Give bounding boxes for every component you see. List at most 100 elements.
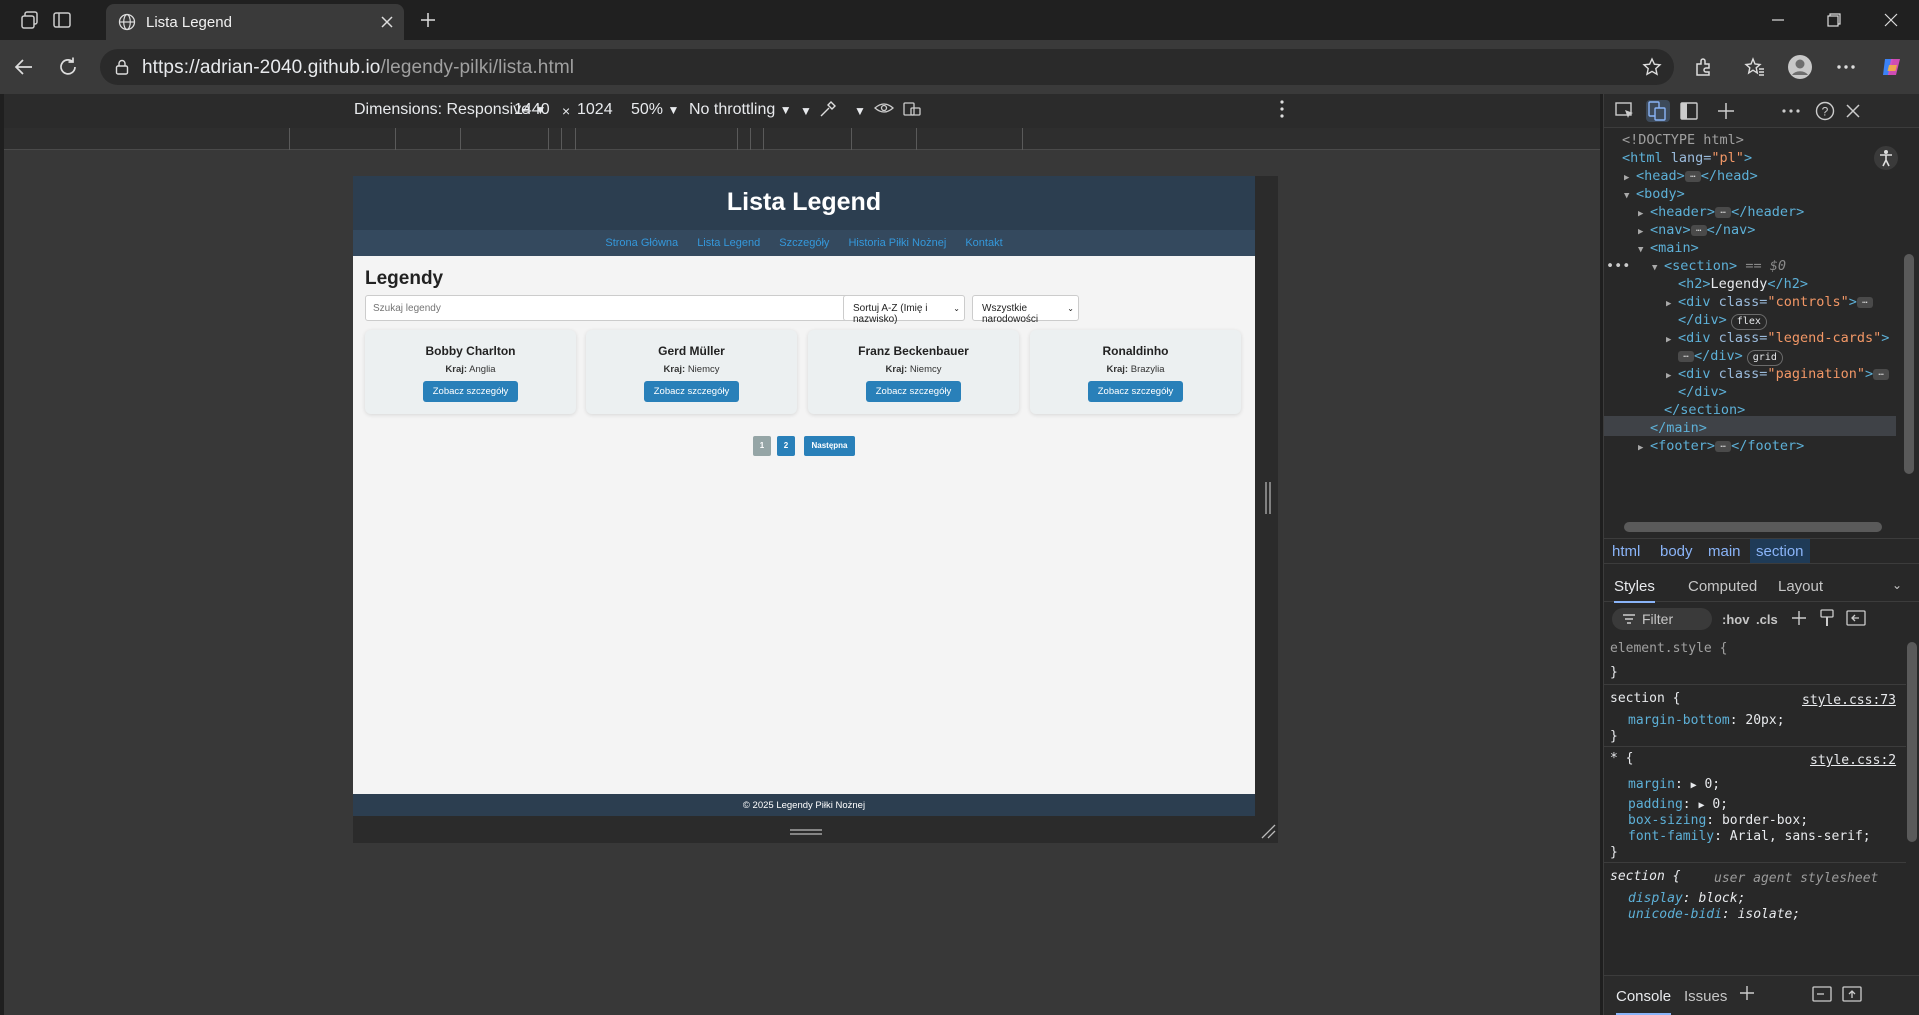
back-icon[interactable] — [10, 53, 38, 81]
paint-brush-icon[interactable] — [1818, 608, 1836, 631]
ellipsis-icon[interactable]: … — [1873, 368, 1890, 380]
sort-select[interactable]: Sortuj A-Z (Imię i nazwisko) ⌄ — [843, 295, 965, 325]
drawer-dock-icon[interactable] — [1812, 986, 1832, 1006]
elements-scrollbar[interactable] — [1904, 254, 1914, 474]
extensions-icon[interactable] — [1690, 53, 1718, 81]
cls-toggle[interactable]: .cls — [1756, 612, 1778, 627]
tab-issues[interactable]: Issues — [1684, 988, 1727, 1005]
tab-computed[interactable]: Computed — [1688, 578, 1757, 595]
rule-declaration[interactable]: font-family: Arial, sans-serif; — [1628, 828, 1871, 845]
favorites-icon[interactable] — [1741, 53, 1769, 81]
rule-source-link[interactable]: style.css:73 — [1802, 692, 1896, 709]
more-tabs-plus-icon[interactable] — [1715, 100, 1739, 122]
expand-triangle-icon[interactable]: ▶ — [1666, 330, 1678, 351]
new-tab-plus-icon[interactable] — [415, 8, 441, 32]
rule-declaration[interactable]: box-sizing: border-box; — [1628, 812, 1808, 829]
dock-side-icon[interactable] — [1678, 100, 1702, 122]
expand-triangle-icon[interactable]: ▶ — [1666, 366, 1678, 387]
breadcrumb-main[interactable]: main — [1708, 543, 1741, 560]
close-devtools-icon[interactable] — [1842, 100, 1866, 122]
expand-triangle-icon[interactable]: ▶ — [1638, 438, 1650, 459]
next-page-button[interactable]: Następna — [804, 436, 855, 456]
ellipsis-icon[interactable]: … — [1715, 440, 1732, 452]
collapse-triangle-icon[interactable]: ▼ — [1652, 258, 1664, 279]
expand-triangle-icon[interactable]: ▶ — [1698, 800, 1704, 811]
vertical-tabs-icon[interactable] — [48, 8, 76, 32]
browser-tab[interactable]: Lista Legend — [106, 4, 404, 40]
resize-handle-right[interactable] — [1264, 481, 1272, 515]
rule-declaration[interactable]: margin-bottom: 20px; — [1628, 712, 1785, 729]
nav-link-details[interactable]: Szczegóły — [779, 237, 829, 249]
nav-link-history[interactable]: Historia Piłki Nożnej — [848, 237, 946, 249]
ellipsis-icon[interactable]: … — [1678, 350, 1694, 362]
expand-triangle-icon[interactable]: ▶ — [1691, 780, 1697, 791]
more-options-icon[interactable] — [1832, 53, 1860, 81]
ellipsis-icon[interactable]: … — [1684, 170, 1701, 182]
refresh-icon[interactable] — [54, 53, 82, 81]
restore-icon[interactable] — [1814, 6, 1854, 34]
address-bar[interactable]: https://adrian-2040.github.io/legendy-pi… — [100, 49, 1674, 85]
rule-source-link[interactable]: style.css:2 — [1810, 752, 1896, 769]
resize-handle-corner[interactable] — [1260, 823, 1276, 839]
breadcrumb-body[interactable]: body — [1660, 543, 1693, 560]
hov-toggle[interactable]: :hov — [1722, 612, 1749, 627]
rule-selector[interactable]: * { — [1610, 750, 1633, 767]
details-button[interactable]: Zobacz szczegóły — [865, 381, 962, 402]
ellipsis-icon[interactable]: … — [1856, 296, 1873, 308]
chevron-down-icon[interactable]: ⌄ — [1892, 578, 1902, 592]
expand-triangle-icon[interactable]: ▶ — [1666, 294, 1678, 315]
close-tab-icon[interactable] — [378, 13, 396, 31]
eye-icon[interactable] — [874, 100, 894, 121]
nav-link-legend-list[interactable]: Lista Legend — [697, 237, 760, 249]
minimize-icon[interactable] — [1758, 6, 1798, 34]
breadcrumb-html[interactable]: html — [1612, 543, 1640, 560]
add-drawer-tab-plus-icon[interactable] — [1738, 984, 1756, 1006]
close-window-icon[interactable] — [1871, 6, 1911, 34]
rule-selector[interactable]: section { — [1610, 868, 1680, 885]
drawer-undock-icon[interactable] — [1842, 986, 1862, 1006]
resize-handle-bottom[interactable] — [790, 823, 822, 835]
tab-styles[interactable]: Styles — [1614, 578, 1655, 603]
device-toolbar-toggle-icon[interactable] — [1646, 100, 1670, 122]
height-input[interactable]: 1024 — [577, 101, 613, 119]
media-query-ruler[interactable] — [4, 128, 1600, 150]
vision-chevron-icon[interactable]: ▼ — [854, 104, 866, 118]
collapse-triangle-icon[interactable]: ▼ — [1638, 240, 1650, 261]
collapse-triangle-icon[interactable]: ▼ — [1624, 186, 1636, 207]
node-actions-icon[interactable]: ••• — [1606, 256, 1630, 277]
details-button[interactable]: Zobacz szczegóły — [1087, 381, 1184, 402]
page-button-2[interactable]: 2 — [777, 436, 795, 456]
workspaces-icon[interactable] — [16, 8, 44, 32]
rule-selector[interactable]: section { — [1610, 690, 1680, 707]
favorite-star-icon[interactable] — [1640, 55, 1664, 79]
profile-avatar-icon[interactable] — [1786, 53, 1814, 81]
eyedropper-icon[interactable] — [818, 99, 838, 124]
inspect-element-icon[interactable] — [1614, 100, 1638, 122]
lock-icon[interactable] — [114, 58, 130, 76]
nav-link-home[interactable]: Strona Główna — [605, 237, 678, 249]
styles-scrollbar[interactable] — [1907, 642, 1917, 842]
toggle-sidebar-icon[interactable] — [1846, 609, 1866, 630]
details-button[interactable]: Zobacz szczegóły — [643, 381, 740, 402]
tab-console[interactable]: Console — [1616, 988, 1672, 1015]
ellipsis-icon[interactable]: … — [1715, 206, 1732, 218]
styles-filter-input[interactable]: Filter — [1612, 608, 1712, 630]
nav-link-contact[interactable]: Kontakt — [965, 237, 1002, 249]
copilot-icon[interactable] — [1878, 53, 1906, 81]
help-icon[interactable]: ? — [1814, 100, 1838, 122]
elements-horizontal-scrollbar[interactable] — [1624, 522, 1882, 532]
nationality-select[interactable]: Wszystkie narodowości ⌄ — [972, 295, 1079, 325]
rule-declaration[interactable]: margin: ▶ 0; — [1628, 776, 1720, 794]
rotate-icon[interactable] — [902, 100, 922, 123]
details-button[interactable]: Zobacz szczegóły — [422, 381, 519, 402]
page-button-1[interactable]: 1 — [753, 436, 771, 456]
dom-footer[interactable]: ▶ <footer>… </footer> — [1638, 436, 1804, 459]
devtools-more-icon[interactable] — [1780, 100, 1804, 122]
more-toolbar-chevron-icon[interactable]: ▼ — [800, 104, 812, 118]
device-toolbar-more-icon[interactable] — [1279, 99, 1285, 124]
breadcrumb-section[interactable]: section — [1750, 539, 1810, 563]
zoom-dropdown[interactable]: 50% ▼ — [631, 101, 679, 119]
new-rule-plus-icon[interactable] — [1790, 608, 1810, 631]
tab-layout[interactable]: Layout — [1778, 578, 1823, 595]
ellipsis-icon[interactable]: … — [1690, 224, 1707, 236]
